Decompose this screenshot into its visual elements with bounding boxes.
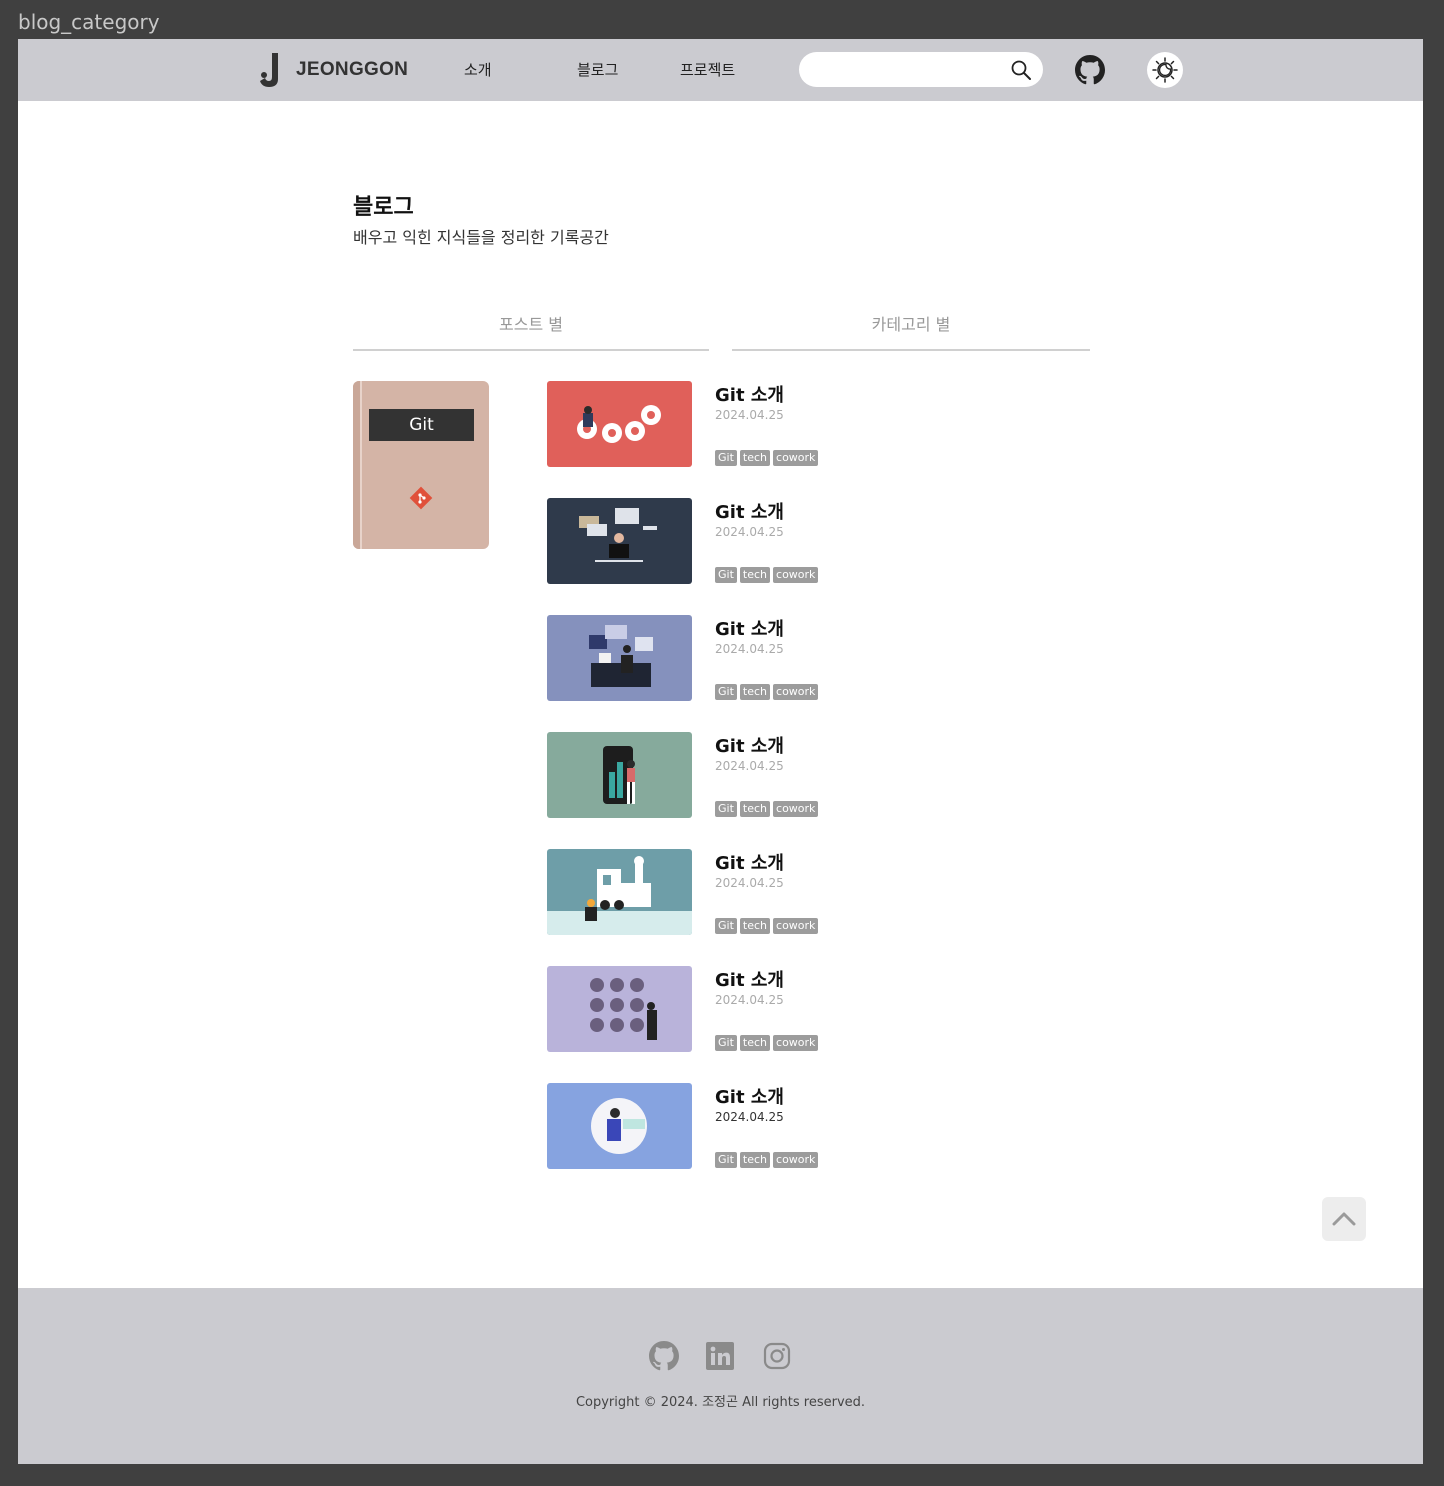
nav-item-intro[interactable]: 소개 — [464, 59, 492, 80]
theme-toggle-button[interactable] — [1147, 52, 1183, 88]
desk-illustration — [579, 508, 657, 562]
post-item[interactable]: Git 소개 2024.04.25 Git tech cowork — [547, 615, 1107, 701]
page-title: 블로그 — [353, 195, 414, 220]
tag[interactable]: tech — [739, 918, 771, 934]
post-date: 2024.04.25 — [715, 876, 784, 890]
tag[interactable]: tech — [739, 567, 771, 583]
logo-icon[interactable] — [259, 53, 281, 87]
scroll-to-top-button[interactable] — [1322, 1197, 1366, 1241]
gears-illustration — [577, 405, 661, 443]
tag[interactable]: tech — [739, 450, 771, 466]
category-label: Git — [369, 409, 474, 441]
tag[interactable]: cowork — [773, 450, 819, 466]
post-title[interactable]: Git 소개 — [715, 849, 784, 875]
tag[interactable]: tech — [739, 801, 771, 817]
workspace-illustration — [589, 625, 653, 687]
page-subtitle: 배우고 익힌 지식들을 정리한 기록공간 — [353, 228, 609, 247]
post-thumbnail — [547, 498, 692, 584]
tag[interactable]: tech — [739, 684, 771, 700]
nav-item-blog[interactable]: 블로그 — [577, 59, 618, 80]
post-title[interactable]: Git 소개 — [715, 966, 784, 992]
instagram-icon[interactable] — [762, 1341, 792, 1371]
post-item[interactable]: Git 소개 2024.04.25 Git tech cowork — [547, 1083, 1107, 1169]
tag[interactable]: cowork — [773, 918, 819, 934]
post-item[interactable]: Git 소개 2024.04.25 Git tech cowork — [547, 381, 1107, 467]
tag-list: Git tech cowork — [715, 1035, 819, 1051]
tag[interactable]: Git — [715, 1035, 737, 1051]
git-logo-icon — [409, 486, 433, 510]
post-thumbnail — [547, 849, 692, 935]
post-thumbnail — [547, 615, 692, 701]
page: JEONGGON 소개 블로그 프로젝트 블로그 배우고 익힌 지식들을 정리한… — [18, 39, 1423, 1464]
tab-by-category[interactable]: 카테고리 별 — [732, 311, 1090, 351]
search-input[interactable] — [813, 58, 1003, 81]
tag-list: Git tech cowork — [715, 918, 819, 934]
post-title[interactable]: Git 소개 — [715, 732, 784, 758]
tag[interactable]: Git — [715, 918, 737, 934]
header: JEONGGON 소개 블로그 프로젝트 — [18, 39, 1423, 101]
tab-by-post[interactable]: 포스트 별 — [353, 311, 709, 351]
github-icon[interactable] — [1075, 55, 1105, 85]
tag[interactable]: tech — [739, 1152, 771, 1168]
book-spine — [353, 381, 362, 549]
dots-illustration — [590, 978, 657, 1040]
tag[interactable]: Git — [715, 684, 737, 700]
post-item[interactable]: Git 소개 2024.04.25 Git tech cowork — [547, 849, 1107, 935]
tag-list: Git tech cowork — [715, 567, 819, 583]
tag[interactable]: cowork — [773, 567, 819, 583]
post-thumbnail — [547, 381, 692, 467]
post-thumbnail — [547, 732, 692, 818]
category-card-git[interactable]: Git — [353, 381, 489, 549]
post-date: 2024.04.25 — [715, 1110, 784, 1124]
github-icon[interactable] — [649, 1341, 679, 1371]
post-thumbnail — [547, 1083, 692, 1169]
phone-illustration — [603, 746, 635, 804]
footer: Copyright © 2024. 조정곤 All rights reserve… — [18, 1288, 1423, 1464]
tag[interactable]: Git — [715, 450, 737, 466]
tag-list: Git tech cowork — [715, 1152, 819, 1168]
post-title[interactable]: Git 소개 — [715, 498, 784, 524]
tag[interactable]: cowork — [773, 684, 819, 700]
train-illustration — [547, 856, 692, 935]
post-item[interactable]: Git 소개 2024.04.25 Git tech cowork — [547, 966, 1107, 1052]
search-box — [799, 52, 1043, 87]
post-date: 2024.04.25 — [715, 642, 784, 656]
tag[interactable]: cowork — [773, 1035, 819, 1051]
post-date: 2024.04.25 — [715, 993, 784, 1007]
post-title[interactable]: Git 소개 — [715, 615, 784, 641]
theme-toggle-icon — [1152, 57, 1178, 83]
post-title[interactable]: Git 소개 — [715, 381, 784, 407]
nav-item-projects[interactable]: 프로젝트 — [680, 59, 735, 80]
chevron-up-icon — [1332, 1212, 1356, 1226]
tag[interactable]: cowork — [773, 1152, 819, 1168]
post-date: 2024.04.25 — [715, 408, 784, 422]
post-date: 2024.04.25 — [715, 759, 784, 773]
tag-list: Git tech cowork — [715, 684, 819, 700]
post-item[interactable]: Git 소개 2024.04.25 Git tech cowork — [547, 498, 1107, 584]
post-title[interactable]: Git 소개 — [715, 1083, 784, 1109]
portrait-illustration — [591, 1098, 647, 1154]
tag[interactable]: Git — [715, 1152, 737, 1168]
post-item[interactable]: Git 소개 2024.04.25 Git tech cowork — [547, 732, 1107, 818]
linkedin-icon[interactable] — [705, 1341, 735, 1371]
copyright-text: Copyright © 2024. 조정곤 All rights reserve… — [575, 1395, 866, 1410]
tag-list: Git tech cowork — [715, 801, 819, 817]
search-icon[interactable] — [1010, 59, 1032, 81]
tag[interactable]: Git — [715, 567, 737, 583]
logo-text[interactable]: JEONGGON — [296, 59, 408, 81]
window-title: blog_category — [18, 10, 160, 34]
tag[interactable]: cowork — [773, 801, 819, 817]
tag[interactable]: tech — [739, 1035, 771, 1051]
tag-list: Git tech cowork — [715, 450, 819, 466]
tag[interactable]: Git — [715, 801, 737, 817]
post-date: 2024.04.25 — [715, 525, 784, 539]
post-thumbnail — [547, 966, 692, 1052]
